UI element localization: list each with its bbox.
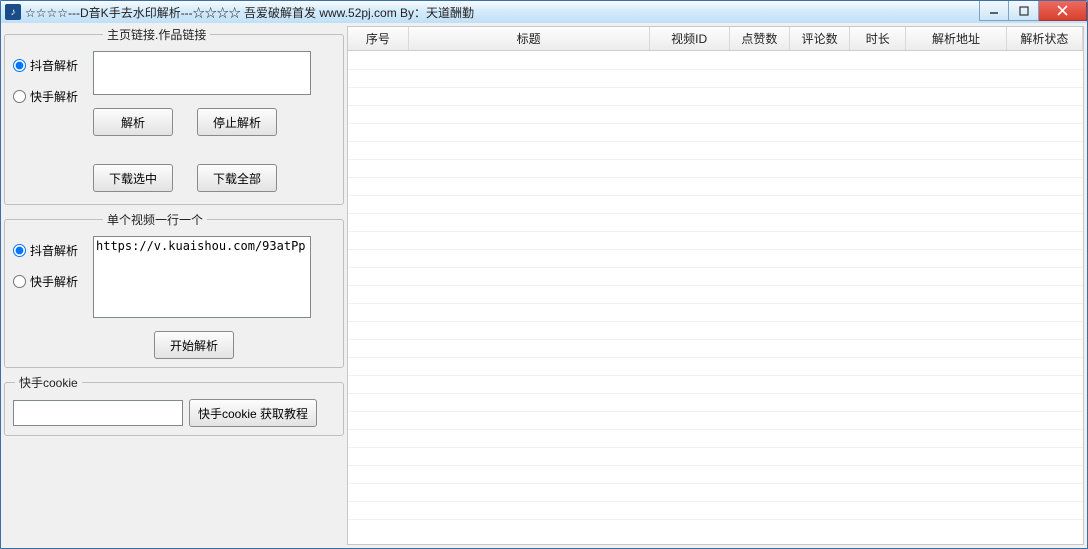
radio-douyin-1[interactable]: 抖音解析 <box>13 57 78 74</box>
table-row[interactable] <box>348 231 1083 249</box>
table-row[interactable] <box>348 411 1083 429</box>
stop-parse-button[interactable]: 停止解析 <box>197 108 277 136</box>
column-header[interactable]: 视频ID <box>649 27 729 51</box>
app-window: ♪ ☆☆☆☆---D音K手去水印解析---☆☆☆☆ 吾爱破解首发 www.52p… <box>0 0 1088 549</box>
homepage-link-input[interactable] <box>93 51 311 95</box>
source-radio-group-1: 抖音解析 快手解析 <box>13 57 78 105</box>
maximize-icon <box>1019 6 1029 16</box>
cookie-tutorial-button[interactable]: 快手cookie 获取教程 <box>189 399 317 427</box>
table-row[interactable] <box>348 321 1083 339</box>
table-row[interactable] <box>348 447 1083 465</box>
table-row[interactable] <box>348 483 1083 501</box>
app-icon: ♪ <box>5 4 21 20</box>
table-row[interactable] <box>348 51 1083 69</box>
group-single-video: 单个视频一行一个 抖音解析 快手解析 开始解析 <box>4 211 344 368</box>
results-table-body[interactable] <box>348 51 1083 546</box>
results-table-panel: 序号标题视频ID点赞数评论数时长解析地址解析状态 <box>347 26 1084 545</box>
group-kuaishou-cookie: 快手cookie 快手cookie 获取教程 <box>4 374 344 436</box>
table-row[interactable] <box>348 213 1083 231</box>
table-row[interactable] <box>348 159 1083 177</box>
window-controls <box>979 1 1087 21</box>
group-legend: 主页链接.作品链接 <box>103 26 210 43</box>
group-homepage-link: 主页链接.作品链接 抖音解析 快手解析 解析 停止解析 <box>4 26 344 205</box>
table-row[interactable] <box>348 141 1083 159</box>
group-legend: 快手cookie <box>15 374 82 391</box>
column-header[interactable]: 序号 <box>348 27 408 51</box>
table-row[interactable] <box>348 339 1083 357</box>
column-header[interactable]: 点赞数 <box>729 27 789 51</box>
table-row[interactable] <box>348 303 1083 321</box>
title-bar: ♪ ☆☆☆☆---D音K手去水印解析---☆☆☆☆ 吾爱破解首发 www.52p… <box>1 1 1087 23</box>
table-row[interactable] <box>348 267 1083 285</box>
minimize-button[interactable] <box>979 1 1009 21</box>
column-header[interactable]: 标题 <box>408 27 649 51</box>
group-legend: 单个视频一行一个 <box>103 211 207 228</box>
table-row[interactable] <box>348 249 1083 267</box>
minimize-icon <box>989 6 999 16</box>
table-row[interactable] <box>348 87 1083 105</box>
results-table[interactable]: 序号标题视频ID点赞数评论数时长解析地址解析状态 <box>348 27 1083 51</box>
download-all-button[interactable]: 下载全部 <box>197 164 277 192</box>
radio-label: 快手解析 <box>30 273 78 290</box>
radio-douyin-2-input[interactable] <box>13 244 26 257</box>
table-row[interactable] <box>348 285 1083 303</box>
table-row[interactable] <box>348 69 1083 87</box>
radio-label: 抖音解析 <box>30 57 78 74</box>
maximize-button[interactable] <box>1009 1 1039 21</box>
table-row[interactable] <box>348 375 1083 393</box>
column-header[interactable]: 解析状态 <box>1006 27 1082 51</box>
radio-label: 抖音解析 <box>30 242 78 259</box>
source-radio-group-2: 抖音解析 快手解析 <box>13 242 78 290</box>
close-button[interactable] <box>1039 1 1087 21</box>
table-row[interactable] <box>348 501 1083 519</box>
start-parse-button[interactable]: 开始解析 <box>154 331 234 359</box>
download-selected-button[interactable]: 下载选中 <box>93 164 173 192</box>
radio-douyin-2[interactable]: 抖音解析 <box>13 242 78 259</box>
radio-kuaishou-2-input[interactable] <box>13 275 26 288</box>
table-row[interactable] <box>348 393 1083 411</box>
table-row[interactable] <box>348 465 1083 483</box>
table-row[interactable] <box>348 429 1083 447</box>
close-icon <box>1057 5 1068 16</box>
table-row[interactable] <box>348 105 1083 123</box>
left-panel: 主页链接.作品链接 抖音解析 快手解析 解析 停止解析 <box>4 26 344 545</box>
parse-button[interactable]: 解析 <box>93 108 173 136</box>
table-row[interactable] <box>348 177 1083 195</box>
single-video-input[interactable] <box>93 236 311 318</box>
client-area: 主页链接.作品链接 抖音解析 快手解析 解析 停止解析 <box>1 23 1087 548</box>
table-row[interactable] <box>348 123 1083 141</box>
table-row[interactable] <box>348 357 1083 375</box>
radio-kuaishou-2[interactable]: 快手解析 <box>13 273 78 290</box>
radio-douyin-1-input[interactable] <box>13 59 26 72</box>
cookie-input[interactable] <box>13 400 183 426</box>
radio-label: 快手解析 <box>30 88 78 105</box>
column-header[interactable]: 时长 <box>850 27 906 51</box>
table-row[interactable] <box>348 195 1083 213</box>
radio-kuaishou-1[interactable]: 快手解析 <box>13 88 78 105</box>
column-header[interactable]: 评论数 <box>789 27 849 51</box>
radio-kuaishou-1-input[interactable] <box>13 90 26 103</box>
column-header[interactable]: 解析地址 <box>906 27 1006 51</box>
window-title: ☆☆☆☆---D音K手去水印解析---☆☆☆☆ 吾爱破解首发 www.52pj.… <box>25 4 474 21</box>
